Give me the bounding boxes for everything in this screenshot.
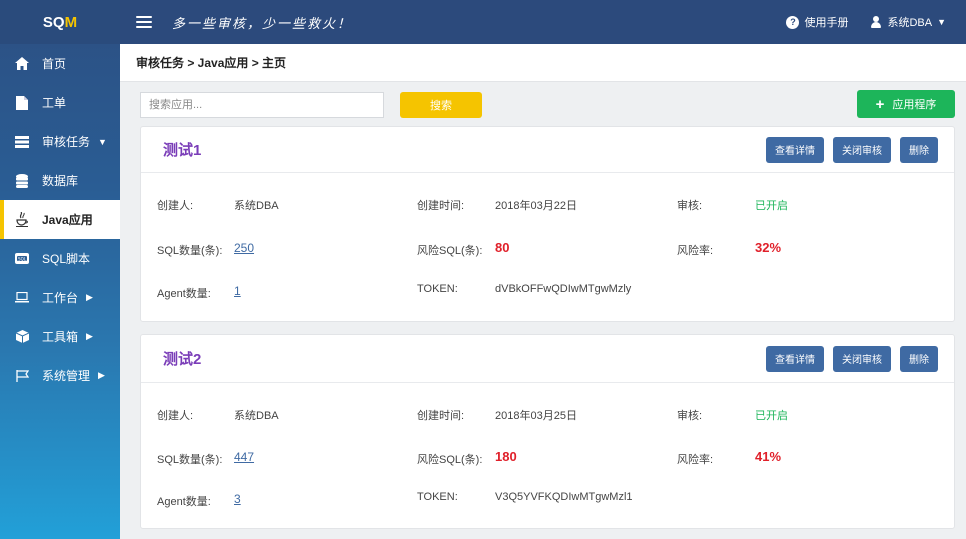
header-slogan: 多一些审核，少一些救火！ (172, 16, 353, 32)
svg-text:SQL: SQL (18, 256, 27, 261)
sidebar: SQ M 首页 工单 审核任务 ▼ 数据库 Java应用 SQL SQL脚本 工… (0, 0, 120, 539)
sidebar-item-label: 数据库 (42, 174, 79, 188)
brand-text: SQ (42, 13, 65, 31)
sidebar-item-label: 工单 (42, 96, 67, 110)
sidebar-item-label: 工作台 (42, 291, 79, 305)
risk-rate-value: 32% (755, 240, 782, 255)
sidebar-item-label: 系统管理 (42, 369, 91, 383)
search-button[interactable]: 搜索 (400, 92, 482, 118)
menu-toggle-icon[interactable] (136, 16, 152, 28)
sidebar-item-workbench[interactable]: 工作台 ▶ (0, 278, 120, 317)
java-icon (14, 212, 30, 228)
app-name[interactable]: 测试2 (163, 348, 201, 369)
agent-count-label: Agent数量: (157, 496, 211, 508)
sql-script-icon: SQL (14, 251, 30, 267)
risk-rate-label: 风险率: (677, 454, 714, 466)
add-application-button[interactable]: + 应用程序 (857, 90, 955, 118)
risk-rate-value: 41% (755, 449, 782, 464)
list-icon (14, 134, 30, 150)
sql-count-link[interactable]: 250 (234, 241, 254, 255)
creator-label: 创建人: (157, 410, 194, 422)
chevron-right-icon: ▶ (98, 370, 105, 380)
sidebar-item-label: Java应用 (42, 213, 93, 227)
risk-sql-label: 风险SQL(条): (417, 245, 483, 257)
risk-sql-label: 风险SQL(条): (417, 454, 483, 466)
audit-status: 已开启 (755, 200, 788, 212)
question-icon: ? (786, 15, 800, 29)
view-details-button[interactable]: 查看详情 (766, 136, 824, 163)
chevron-down-icon: ▼ (98, 136, 107, 147)
risk-sql-value: 80 (495, 240, 510, 255)
risk-sql-value: 180 (495, 449, 517, 464)
sidebar-item-system-admin[interactable]: 系统管理 ▶ (0, 356, 120, 395)
help-label: 使用手册 (804, 17, 849, 29)
delete-button[interactable]: 删除 (900, 136, 938, 163)
agent-count-link[interactable]: 1 (234, 284, 241, 298)
token-value: dVBkOFFwQDIwMTgwMzly (495, 283, 632, 295)
sql-count-label: SQL数量(条): (157, 245, 223, 257)
sidebar-item-tickets[interactable]: 工单 (0, 83, 120, 122)
sidebar-item-home[interactable]: 首页 (0, 44, 120, 83)
sidebar-item-sql-script[interactable]: SQL SQL脚本 (0, 239, 120, 278)
created-at-label: 创建时间: (417, 410, 465, 422)
risk-rate-label: 风险率: (677, 245, 714, 257)
app-name[interactable]: 测试1 (163, 139, 201, 160)
audit-status: 已开启 (755, 410, 788, 422)
creator-label: 创建人: (157, 200, 194, 212)
laptop-icon (14, 290, 30, 306)
database-icon (14, 173, 30, 189)
view-details-button[interactable]: 查看详情 (766, 345, 824, 372)
sql-count-label: SQL数量(条): (157, 454, 223, 466)
add-application-label: 应用程序 (892, 99, 937, 111)
home-icon (14, 56, 30, 72)
sidebar-item-label: 审核任务 (42, 135, 91, 149)
creator-value: 系统DBA (234, 410, 279, 422)
created-at-value: 2018年03月22日 (495, 200, 577, 212)
close-audit-button[interactable]: 关闭审核 (833, 136, 891, 163)
close-audit-button[interactable]: 关闭审核 (833, 345, 891, 372)
created-at-value: 2018年03月25日 (495, 410, 577, 422)
sidebar-item-label: 工具箱 (42, 330, 79, 344)
token-label: TOKEN: (417, 491, 458, 503)
created-at-label: 创建时间: (417, 200, 465, 212)
user-icon (870, 16, 882, 28)
app-card: 测试1 查看详情 关闭审核 删除 创建人: 系统DBA 创建时间: 2018年0… (140, 126, 955, 322)
user-name: 系统DBA (887, 17, 933, 29)
brand-highlight: M (64, 13, 78, 31)
sidebar-item-label: 首页 (42, 57, 67, 71)
caret-down-icon: ▼ (937, 17, 946, 27)
agent-count-label: Agent数量: (157, 288, 211, 300)
search-input[interactable] (140, 92, 384, 118)
app-card: 测试2 查看详情 关闭审核 删除 创建人: 系统DBA 创建时间: 2018年0… (140, 334, 955, 529)
top-header: 多一些审核，少一些救火！ ? 使用手册 系统DBA ▼ (120, 0, 966, 44)
sidebar-item-label: SQL脚本 (42, 252, 91, 266)
audit-label: 审核: (677, 410, 703, 422)
chevron-right-icon: ▶ (86, 331, 93, 341)
flag-icon (14, 368, 30, 384)
creator-value: 系统DBA (234, 200, 279, 212)
sidebar-item-toolbox[interactable]: 工具箱 ▶ (0, 317, 120, 356)
sidebar-item-audit-tasks[interactable]: 审核任务 ▼ (0, 122, 120, 161)
user-menu[interactable]: 系统DBA ▼ (870, 14, 946, 30)
sidebar-item-database[interactable]: 数据库 (0, 161, 120, 200)
document-icon (14, 95, 30, 111)
plus-icon: + (875, 95, 885, 113)
brand-logo[interactable]: SQ M (0, 0, 120, 44)
sql-count-link[interactable]: 447 (234, 450, 254, 464)
help-manual-link[interactable]: ? 使用手册 (786, 14, 848, 30)
breadcrumb: 审核任务 > Java应用 > 主页 (120, 44, 966, 82)
token-label: TOKEN: (417, 283, 458, 295)
agent-count-link[interactable]: 3 (234, 492, 241, 506)
delete-button[interactable]: 删除 (900, 345, 938, 372)
chevron-right-icon: ▶ (86, 292, 93, 302)
token-value: V3Q5YVFKQDIwMTgwMzl1 (495, 491, 633, 503)
audit-label: 审核: (677, 200, 703, 212)
sidebar-item-java-app[interactable]: Java应用 (0, 200, 120, 239)
toolbox-icon (14, 329, 30, 345)
